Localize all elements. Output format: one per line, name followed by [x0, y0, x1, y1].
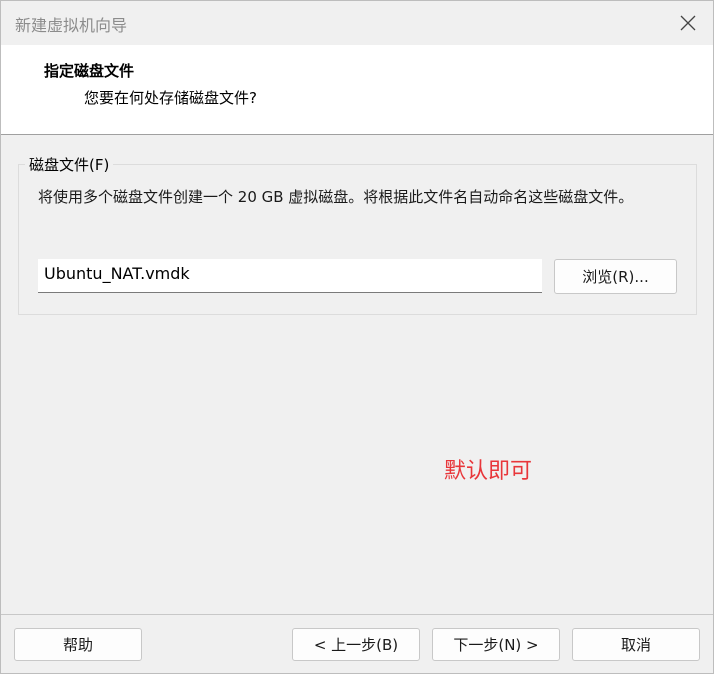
close-icon [680, 15, 696, 31]
help-button[interactable]: 帮助 [14, 628, 142, 661]
disk-filename-input[interactable] [38, 259, 542, 293]
close-button[interactable] [663, 1, 713, 45]
footer-divider [1, 614, 713, 615]
new-vm-wizard-window: 新建虚拟机向导 指定磁盘文件 您要在何处存储磁盘文件? 磁盘文件(F) 将使用多… [0, 0, 714, 674]
browse-button[interactable]: 浏览(R)... [554, 259, 677, 294]
annotation-note: 默认即可 [444, 459, 533, 484]
page-subtitle: 您要在何处存储磁盘文件? [84, 89, 257, 107]
next-button[interactable]: 下一步(N) > [432, 628, 560, 661]
title-bar: 新建虚拟机向导 [1, 1, 713, 45]
page-title: 指定磁盘文件 [44, 62, 135, 80]
disk-file-group-legend: 磁盘文件(F) [25, 154, 114, 175]
cancel-button[interactable]: 取消 [572, 628, 700, 661]
back-button[interactable]: < 上一步(B) [292, 628, 420, 661]
disk-file-description: 将使用多个磁盘文件创建一个 20 GB 虚拟磁盘。将根据此文件名自动命名这些磁盘… [38, 188, 634, 206]
window-title: 新建虚拟机向导 [15, 16, 128, 35]
wizard-header: 指定磁盘文件 您要在何处存储磁盘文件? [1, 45, 713, 135]
